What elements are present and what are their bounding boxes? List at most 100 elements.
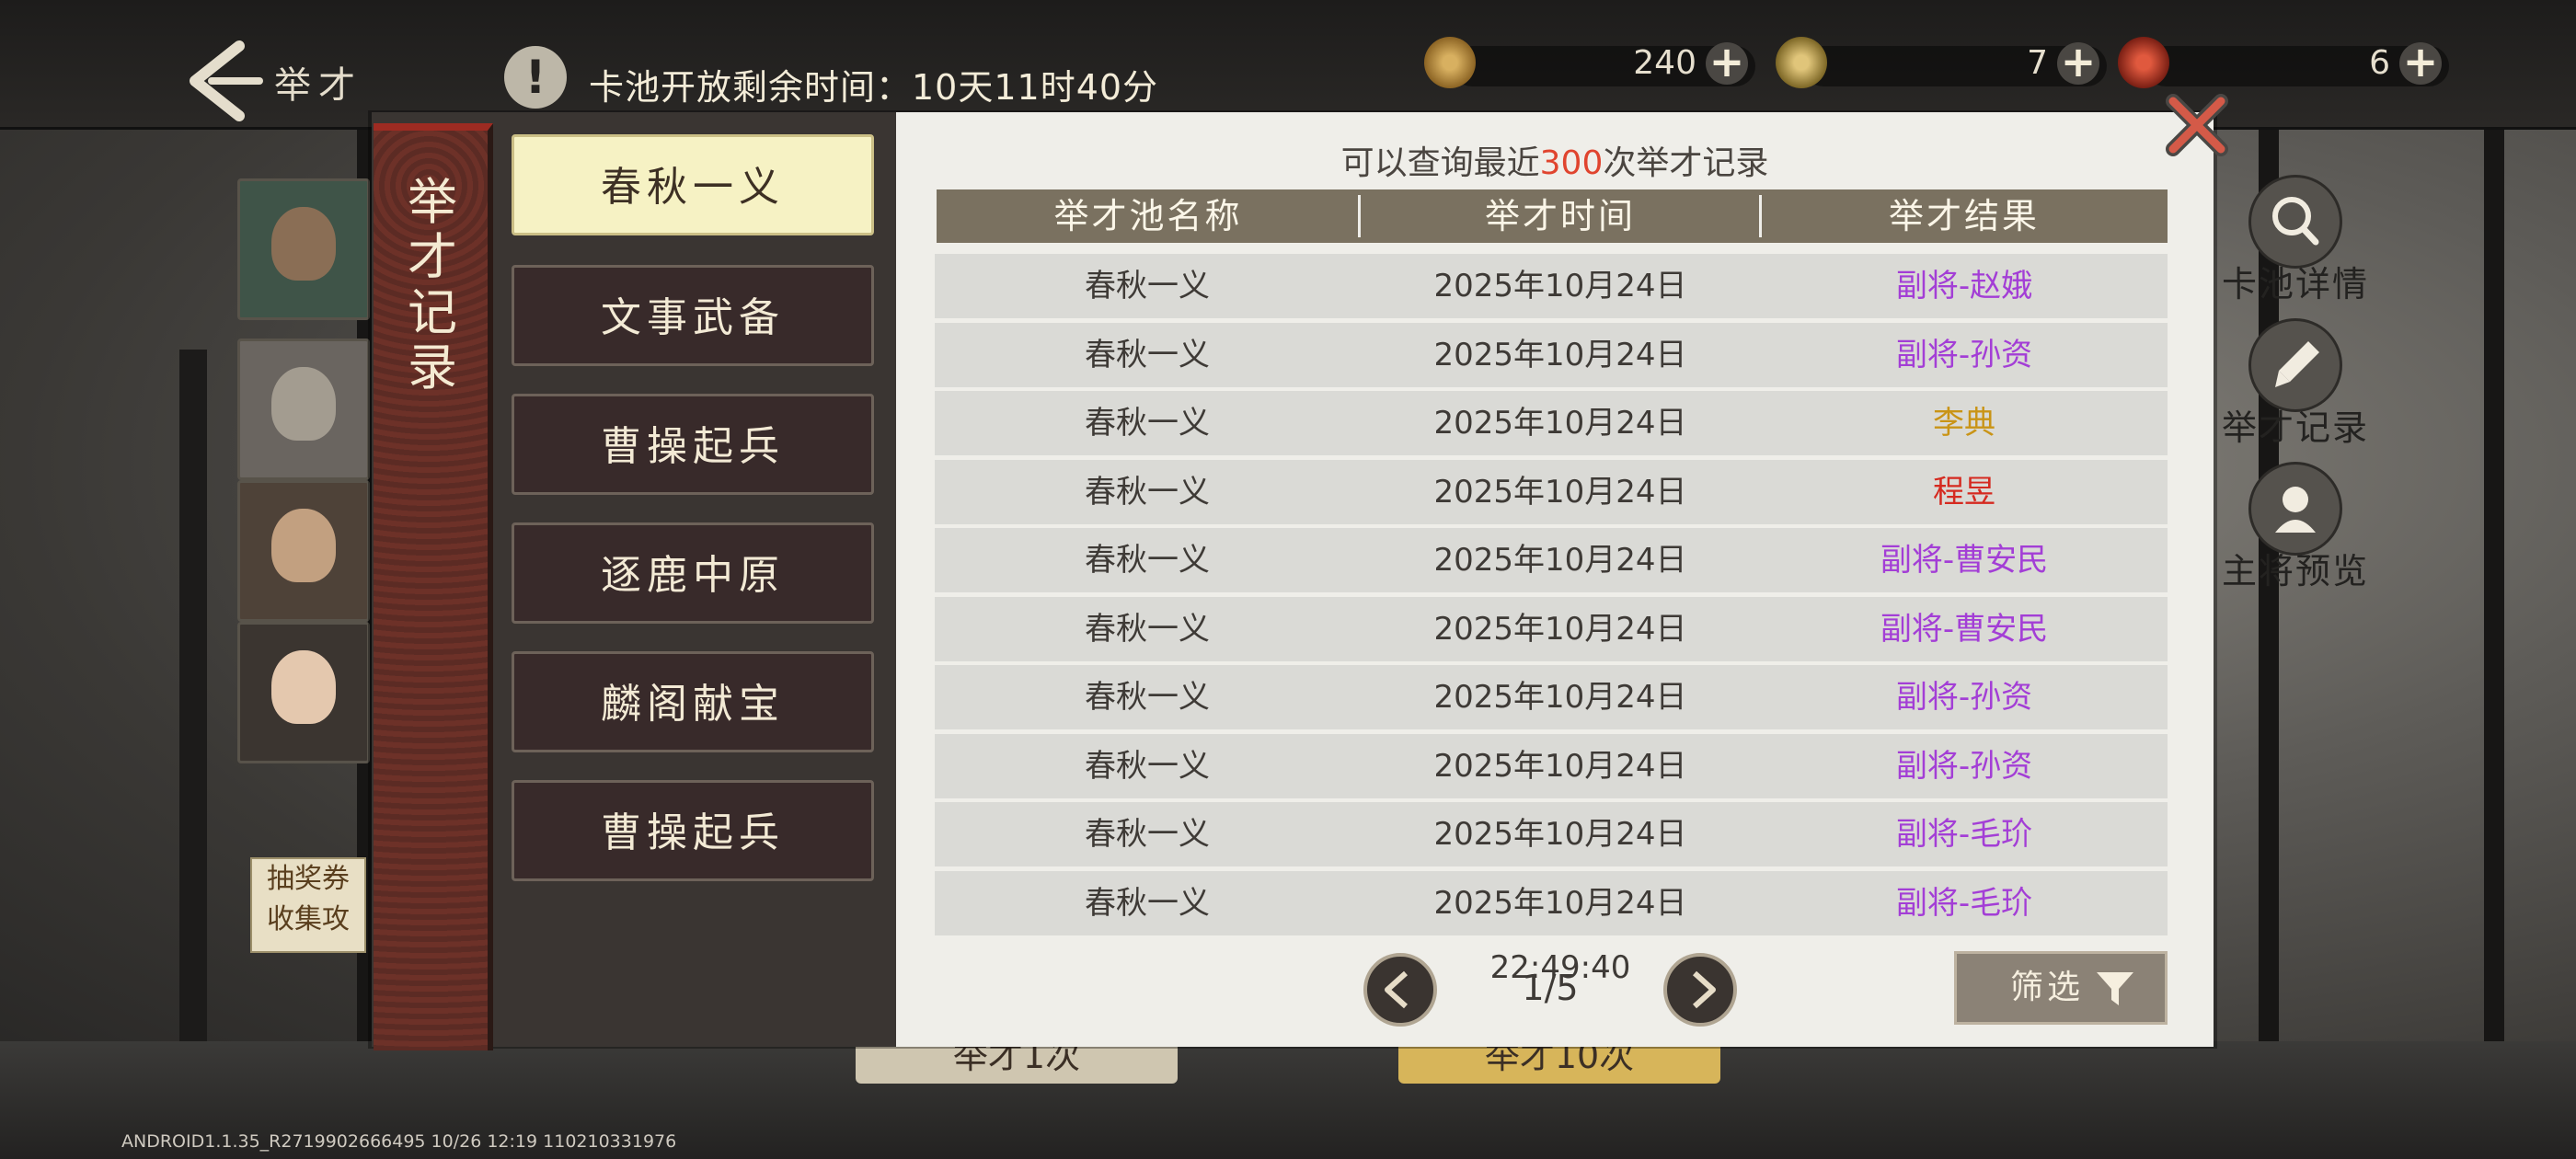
pool-tab-zhulu[interactable]: 逐鹿中原 — [512, 522, 874, 624]
cell-result: 李典 — [1933, 405, 1995, 442]
cell-result: 副将-曹安民 — [1880, 610, 2049, 648]
cell-result: 程昱 — [1933, 473, 1995, 511]
back-arrow-icon — [190, 40, 263, 121]
table-row: 春秋一义 2025年10月24日 22:49:40 副将-赵娥 — [935, 254, 2168, 369]
portrait-face — [271, 367, 336, 441]
table-row: 春秋一义 2025年10月24日 22:49:40 副将-曹安民 — [935, 528, 2168, 643]
portrait-face — [271, 650, 336, 724]
next-page-button[interactable] — [1663, 953, 1737, 1027]
pool-tab-label: 麟阁献宝 — [601, 681, 785, 728]
flower-token-icon — [1776, 37, 1827, 88]
chevron-left-icon — [1385, 970, 1409, 1009]
table-row: 春秋一义 2025年10月24日 22:49:40 副将-毛玠 — [935, 870, 2168, 986]
prev-page-button[interactable] — [1363, 953, 1437, 1027]
cell-pool: 春秋一义 — [1085, 747, 1210, 785]
cell-time: 2025年10月24日 22:49:40 — [1433, 473, 1687, 575]
draw-records-label: 举才记录 — [2221, 407, 2369, 448]
general-portrait[interactable] — [237, 480, 370, 622]
close-button[interactable] — [2160, 88, 2234, 162]
filter-label: 筛选 — [2010, 969, 2085, 1006]
magnifier-icon — [2248, 175, 2342, 269]
cell-time: 2025年10月24日 22:49:40 — [1433, 610, 1687, 712]
general-portrait[interactable] — [237, 339, 370, 480]
ticket-line: 抽奖券 — [267, 863, 350, 895]
cell-result: 副将-赵娥 — [1895, 268, 2033, 304]
resource-coin: 240 + — [1424, 37, 1755, 88]
pool-timer-text: 卡池开放剩余时间：10天11时40分 — [589, 67, 1159, 108]
page-indicator: 1/5 — [1522, 968, 1579, 1008]
add-flower-token-button[interactable]: + — [2057, 40, 2099, 85]
cell-result: 副将-毛玠 — [1895, 816, 2033, 853]
general-portrait[interactable] — [237, 178, 370, 320]
cell-time: 2025年10月24日 22:49:40 — [1433, 405, 1687, 506]
table-row: 春秋一义 2025年10月24日 22:49:40 副将-孙资 — [935, 665, 2168, 780]
pool-tab-caocao[interactable]: 曹操起兵 — [512, 394, 874, 495]
table-row: 春秋一义 2025年10月24日 22:49:40 副将-孙资 — [935, 322, 2168, 438]
build-info: ANDROID1.1.35_R2719902666495 10/26 12:19… — [121, 1131, 677, 1152]
hint-suffix: 次举才记录 — [1603, 144, 1769, 182]
panel-title: 举才记录 — [408, 173, 457, 396]
cell-time: 2025年10月24日 22:49:40 — [1433, 542, 1687, 643]
pool-tab-caocao-2[interactable]: 曹操起兵 — [512, 780, 874, 881]
background-pillar — [2484, 0, 2504, 1159]
chevron-right-icon — [1692, 970, 1716, 1009]
cell-time: 2025年10月24日 22:49:40 — [1433, 884, 1687, 986]
cell-pool: 春秋一义 — [1085, 473, 1210, 511]
pool-details-button[interactable]: 卡池详情 — [2208, 175, 2383, 306]
cell-result: 副将-孙资 — [1895, 336, 2033, 373]
background-scroll-rod — [179, 350, 207, 1067]
table-row: 春秋一义 2025年10月24日 22:49:40 李典 — [935, 391, 2168, 506]
draw-records-button[interactable]: 举才记录 — [2208, 318, 2383, 450]
column-header: 举才结果 — [1888, 196, 2040, 236]
add-coin-button[interactable]: + — [1706, 40, 1748, 85]
coin-icon — [1424, 37, 1476, 88]
table-row: 春秋一义 2025年10月24日 22:49:40 副将-孙资 — [935, 733, 2168, 849]
cell-time: 2025年10月24日 22:49:40 — [1433, 268, 1687, 369]
cell-time: 2025年10月24日 22:49:40 — [1433, 816, 1687, 917]
cell-pool: 春秋一义 — [1085, 610, 1210, 648]
pool-tab-label: 曹操起兵 — [601, 423, 785, 470]
red-token-icon — [2118, 37, 2169, 88]
coin-count: 240 — [1633, 44, 1696, 82]
general-preview-label: 主将预览 — [2221, 551, 2369, 591]
cell-pool: 春秋一义 — [1085, 336, 1210, 373]
add-red-token-button[interactable]: + — [2399, 40, 2442, 85]
notice-icon[interactable]: ! — [504, 46, 567, 109]
cell-pool: 春秋一义 — [1085, 405, 1210, 442]
table-row: 春秋一义 2025年10月24日 22:49:40 程昱 — [935, 459, 2168, 575]
ticket-guide-label[interactable]: 抽奖券 收集攻 — [250, 857, 366, 953]
column-header: 举才时间 — [1484, 196, 1636, 236]
table-header: 举才池名称 举才时间 举才结果 — [937, 189, 2168, 243]
ticket-line: 收集攻 — [267, 903, 350, 935]
cell-pool: 春秋一义 — [1085, 542, 1210, 579]
general-preview-button[interactable]: 主将预览 — [2208, 462, 2383, 593]
portrait-face — [271, 509, 336, 582]
cell-time: 2025年10月24日 22:49:40 — [1433, 679, 1687, 780]
records-hint: 可以查询最近300次举才记录 — [896, 136, 2214, 184]
cell-result: 副将-毛玠 — [1895, 884, 2033, 922]
close-icon — [2166, 94, 2228, 156]
cell-pool: 春秋一义 — [1085, 679, 1210, 716]
back-button[interactable] — [175, 39, 267, 123]
cell-result: 副将-孙资 — [1895, 747, 2033, 785]
cell-time: 2025年10月24日 22:49:40 — [1433, 747, 1687, 849]
cell-pool: 春秋一义 — [1085, 268, 1210, 304]
cell-pool: 春秋一义 — [1085, 884, 1210, 922]
brush-icon — [2248, 318, 2342, 412]
pool-tab-label: 逐鹿中原 — [601, 552, 785, 599]
filter-button[interactable]: 筛选 — [1954, 951, 2168, 1025]
table-row: 春秋一义 2025年10月24日 22:49:40 副将-毛玠 — [935, 802, 2168, 917]
pool-tab-wenshi[interactable]: 文事武备 — [512, 265, 874, 366]
cell-result: 副将-曹安民 — [1880, 542, 2049, 579]
cell-result: 副将-孙资 — [1895, 679, 2033, 716]
pool-tab-label: 文事武备 — [601, 294, 785, 341]
page-title: 举才 — [274, 64, 362, 107]
warrior-icon — [2248, 462, 2342, 556]
pool-tab-linge[interactable]: 麟阁献宝 — [512, 651, 874, 752]
filter-icon — [2097, 972, 2133, 1005]
general-portrait[interactable] — [237, 622, 370, 763]
cell-pool: 春秋一义 — [1085, 816, 1210, 853]
pool-tab-chunqiu[interactable]: 春秋一义 — [512, 134, 874, 235]
pool-details-label: 卡池详情 — [2221, 264, 2369, 304]
table-row: 春秋一义 2025年10月24日 22:49:40 副将-曹安民 — [935, 596, 2168, 712]
